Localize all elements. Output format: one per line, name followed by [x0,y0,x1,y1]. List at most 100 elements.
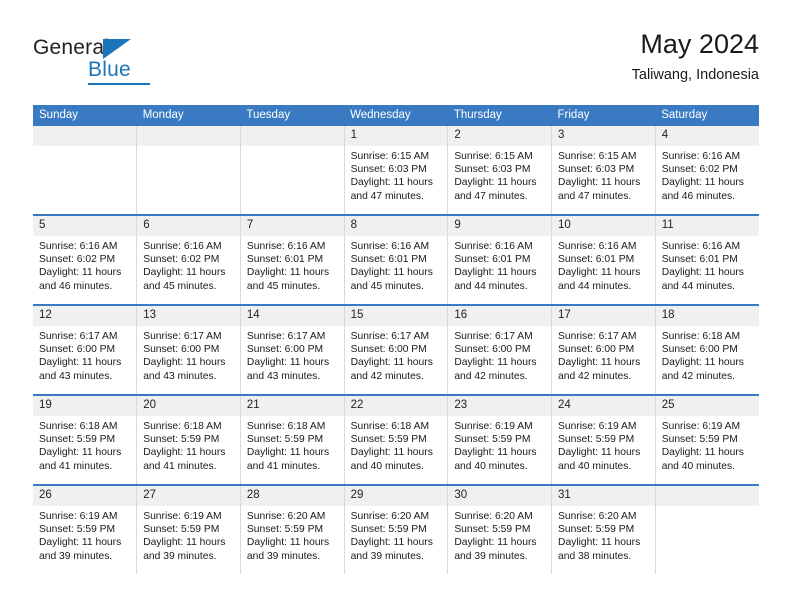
day-number [137,126,240,146]
daylight-text-line2: and 39 minutes. [454,550,528,562]
weekday-header-thursday: Thursday [447,105,552,126]
calendar-day-cell[interactable]: 7 Sunrise: 6:16 AM Sunset: 6:01 PM Daylight… [240,214,345,305]
calendar-day-cell[interactable]: 21 Sunrise: 6:18 AM Sunset: 5:59 PM Dayligh… [240,394,345,485]
calendar-day-cell[interactable]: 27 Sunrise: 6:19 AM Sunset: 5:59 PM Dayligh… [136,484,241,574]
daylight-text-line1: Daylight: 11 hours [143,357,226,369]
day-number: 24 [552,396,655,416]
calendar-day-cell[interactable]: 11 Sunrise: 6:16 AM Sunset: 6:01 PM Dayligh… [655,214,759,305]
calendar-day-cell[interactable]: 19 Sunrise: 6:18 AM Sunset: 5:59 PM Dayligh… [33,394,138,485]
day-number: 19 [33,396,137,416]
calendar-day-cell[interactable]: 24 Sunrise: 6:19 AM Sunset: 5:59 PM Dayligh… [551,394,656,485]
calendar-page: General Blue May 2024 Taliwang, Indonesi… [0,0,792,612]
calendar-day-cell[interactable]: 10 Sunrise: 6:16 AM Sunset: 6:01 PM Dayligh… [551,214,656,305]
day-number: 26 [33,486,137,506]
daylight-text-line1: Daylight: 11 hours [246,447,330,459]
sunrise-text: Sunrise: 6:19 AM [661,421,741,432]
day-info: Sunrise: 6:19 AM Sunset: 5:59 PM Daylight:… [33,506,136,563]
sunset-text: Sunset: 5:59 PM [143,524,220,536]
calendar-day-cell[interactable]: 6 Sunrise: 6:16 AM Sunset: 6:02 PM Daylight… [136,214,241,305]
day-info: Sunrise: 6:15 AM Sunset: 6:03 PM Daylight:… [552,146,655,203]
day-info: Sunrise: 6:17 AM Sunset: 6:00 PM Daylight:… [241,326,344,383]
calendar-day-cell[interactable]: 8 Sunrise: 6:16 AM Sunset: 6:01 PM Daylight… [344,214,449,305]
page-subtitle: Taliwang, Indonesia [631,67,759,83]
daylight-text-line1: Daylight: 11 hours [454,537,537,549]
calendar-week-row: 5 Sunrise: 6:16 AM Sunset: 6:02 PM Daylight… [33,214,759,305]
sunset-text: Sunset: 6:01 PM [661,254,738,266]
calendar-day-cell[interactable]: 5 Sunrise: 6:16 AM Sunset: 6:02 PM Daylight… [33,214,138,305]
sunset-text: Sunset: 6:02 PM [143,254,220,266]
general-blue-logo[interactable]: General Blue [33,36,233,92]
daylight-text-line1: Daylight: 11 hours [350,357,433,369]
daylight-text-line2: and 45 minutes. [350,280,424,292]
calendar-day-cell[interactable]: 15 Sunrise: 6:17 AM Sunset: 6:00 PM Dayligh… [344,304,449,395]
day-info: Sunrise: 6:20 AM Sunset: 5:59 PM Daylight:… [552,506,655,563]
day-info: Sunrise: 6:17 AM Sunset: 6:00 PM Daylight:… [137,326,240,383]
weekday-header-tuesday: Tuesday [240,105,345,126]
calendar-week-row: 26 Sunrise: 6:19 AM Sunset: 5:59 PM Dayligh… [33,484,759,574]
day-info: Sunrise: 6:17 AM Sunset: 6:00 PM Daylight:… [448,326,551,383]
day-info: Sunrise: 6:18 AM Sunset: 6:00 PM Daylight:… [656,326,759,383]
day-info: Sunrise: 6:16 AM Sunset: 6:01 PM Daylight:… [448,236,551,293]
day-number: 2 [448,126,552,146]
calendar-day-cell[interactable]: 4 Sunrise: 6:16 AM Sunset: 6:02 PM Daylight… [655,126,759,215]
logo-text-blue: Blue [88,58,131,81]
calendar-day-cell[interactable]: 18 Sunrise: 6:18 AM Sunset: 6:00 PM Dayligh… [655,304,759,395]
calendar-day-cell[interactable]: 9 Sunrise: 6:16 AM Sunset: 6:01 PM Daylight… [447,214,553,305]
calendar-week-row: 1 Sunrise: 6:15 AM Sunset: 6:03 PM Daylight… [33,126,759,215]
sunrise-text: Sunrise: 6:17 AM [246,331,326,342]
daylight-text-line1: Daylight: 11 hours [558,267,641,279]
sunset-text: Sunset: 6:01 PM [350,254,427,266]
calendar-day-cell[interactable]: 26 Sunrise: 6:19 AM Sunset: 5:59 PM Dayligh… [33,484,138,574]
sunset-text: Sunset: 5:59 PM [350,434,427,446]
sunset-text: Sunset: 5:59 PM [143,434,220,446]
day-number: 3 [552,126,655,146]
calendar-day-cell[interactable]: 30 Sunrise: 6:20 AM Sunset: 5:59 PM Dayligh… [447,484,553,574]
daylight-text-line1: Daylight: 11 hours [350,537,433,549]
sunset-text: Sunset: 5:59 PM [246,524,324,536]
daylight-text-line1: Daylight: 11 hours [143,267,226,279]
sunrise-text: Sunrise: 6:16 AM [454,241,533,252]
day-number: 31 [552,486,655,506]
sunset-text: Sunset: 6:00 PM [143,344,220,356]
day-number: 9 [448,216,552,236]
sunset-text: Sunset: 6:03 PM [558,164,635,176]
calendar-day-cell[interactable]: 23 Sunrise: 6:19 AM Sunset: 5:59 PM Dayligh… [447,394,553,485]
calendar-day-cell[interactable]: 1 Sunrise: 6:15 AM Sunset: 6:03 PM Daylight… [344,126,449,215]
day-number [240,126,344,146]
calendar-day-cell[interactable]: 28 Sunrise: 6:20 AM Sunset: 5:59 PM Dayligh… [240,484,345,574]
daylight-text-line1: Daylight: 11 hours [246,357,330,369]
daylight-text-line2: and 47 minutes. [558,190,632,202]
logo-underline [88,83,150,85]
calendar-day-cell[interactable]: 25 Sunrise: 6:19 AM Sunset: 5:59 PM Dayligh… [655,394,759,485]
sunset-text: Sunset: 6:01 PM [246,254,324,266]
calendar-day-cell[interactable]: 31 Sunrise: 6:20 AM Sunset: 5:59 PM Dayligh… [551,484,656,574]
calendar-day-cell[interactable]: 2 Sunrise: 6:15 AM Sunset: 6:03 PM Daylight… [447,126,553,215]
daylight-text-line2: and 46 minutes. [661,190,735,202]
daylight-text-line2: and 40 minutes. [454,460,528,472]
day-info: Sunrise: 6:19 AM Sunset: 5:59 PM Daylight:… [137,506,240,563]
calendar-day-cell[interactable]: 13 Sunrise: 6:17 AM Sunset: 6:00 PM Dayligh… [136,304,241,395]
calendar-day-cell[interactable]: 14 Sunrise: 6:17 AM Sunset: 6:00 PM Dayligh… [240,304,345,395]
day-number: 4 [655,126,759,146]
sunrise-text: Sunrise: 6:18 AM [661,331,741,342]
logo-text-general: General [33,36,110,59]
logo-triangle-icon [103,39,131,59]
calendar-day-cell[interactable]: 3 Sunrise: 6:15 AM Sunset: 6:03 PM Daylight… [551,126,656,215]
sunset-text: Sunset: 5:59 PM [661,434,738,446]
sunrise-text: Sunrise: 6:19 AM [558,421,637,432]
day-number: 22 [344,396,448,416]
day-number: 29 [344,486,448,506]
daylight-text-line1: Daylight: 11 hours [558,177,641,189]
calendar-day-cell[interactable]: 16 Sunrise: 6:17 AM Sunset: 6:00 PM Dayligh… [447,304,553,395]
calendar-day-cell-empty [136,126,241,215]
weekday-header-friday: Friday [551,105,656,126]
daylight-text-line2: and 42 minutes. [558,370,632,382]
calendar-day-cell[interactable]: 22 Sunrise: 6:18 AM Sunset: 5:59 PM Dayligh… [344,394,449,485]
calendar-day-cell[interactable]: 12 Sunrise: 6:17 AM Sunset: 6:00 PM Dayligh… [33,304,138,395]
calendar-day-cell[interactable]: 17 Sunrise: 6:17 AM Sunset: 6:00 PM Dayligh… [551,304,656,395]
calendar-day-cell[interactable]: 29 Sunrise: 6:20 AM Sunset: 5:59 PM Dayligh… [344,484,449,574]
day-number: 14 [240,306,344,326]
calendar-day-cell[interactable]: 20 Sunrise: 6:18 AM Sunset: 5:59 PM Dayligh… [136,394,241,485]
sunrise-text: Sunrise: 6:16 AM [350,241,430,252]
daylight-text-line1: Daylight: 11 hours [558,447,641,459]
